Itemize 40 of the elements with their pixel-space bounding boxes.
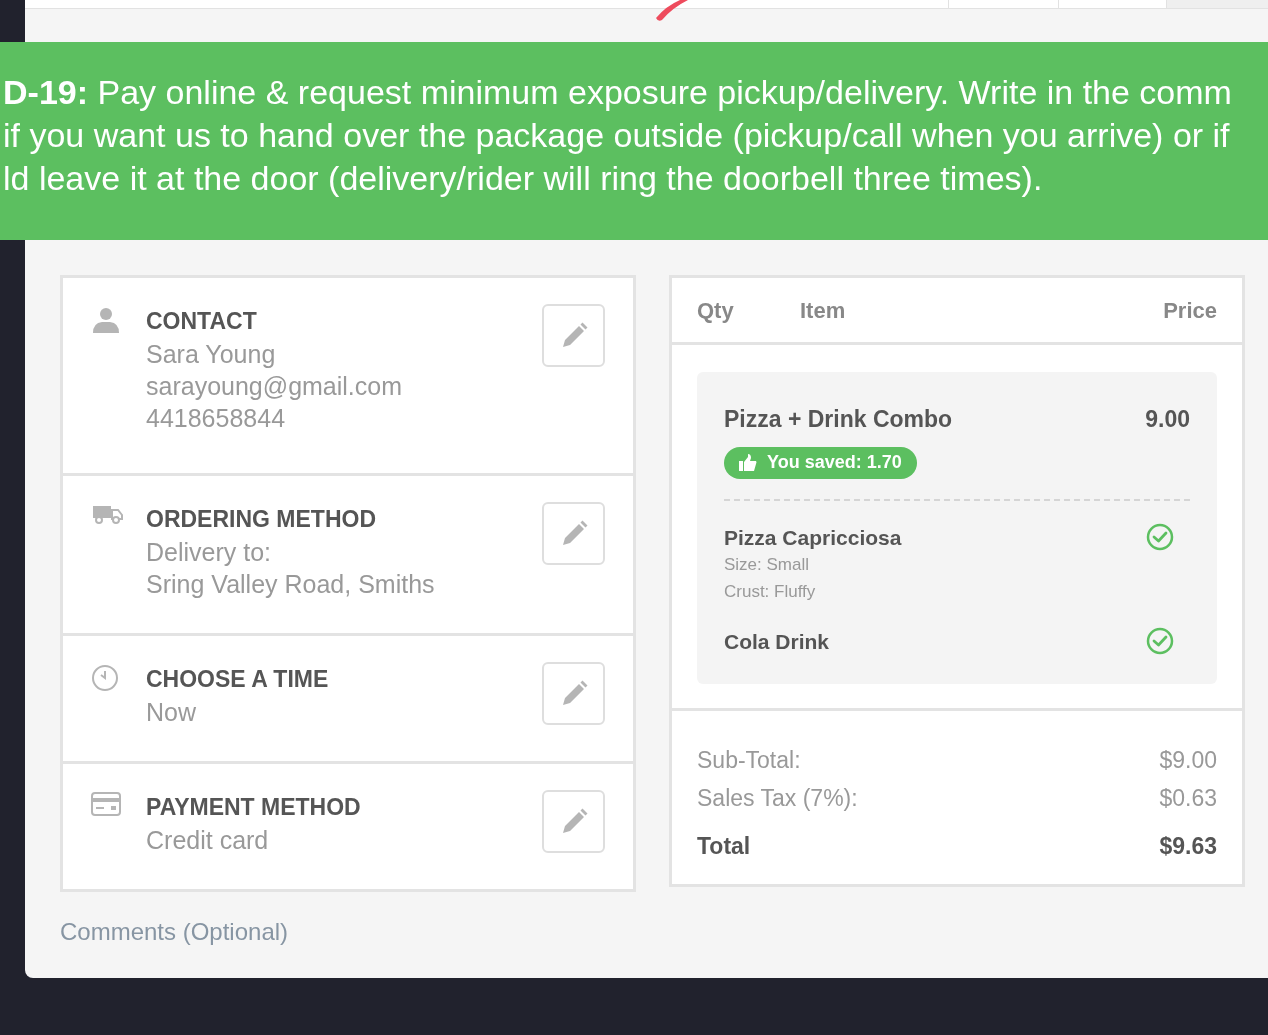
total-value: $9.63 [1159,832,1217,861]
section-title: CONTACT [146,307,258,336]
section-title: CHOOSE A TIME [146,665,330,694]
column-header: Item [800,296,847,325]
credit-card-icon [91,792,121,816]
component-detail: Crust: Fluffy [724,580,817,603]
section-detail: 4418658844 [146,403,287,434]
thumbs-up-icon [739,453,757,472]
total-label: Sales Tax (7%): [697,784,858,813]
section-detail: Sring Valley Road, Smiths [146,569,436,600]
column-header: Qty [697,296,735,325]
component-name: Cola Drink [724,628,830,655]
total-value: $0.63 [1159,784,1217,813]
edit-button[interactable] [542,662,605,725]
person-icon [91,306,121,334]
component-detail: Size: Small [724,553,811,576]
notice-text: ld leave it at the door (delivery/rider will ring the doorbell three times). [2,157,1043,199]
edit-button[interactable] [542,502,605,565]
edit-button[interactable] [542,790,605,853]
section-detail: Sara Young [146,339,277,370]
section-detail: Delivery to: [146,537,273,568]
savings-text: You saved: 1.70 [767,451,902,474]
comments-label: Comments (Optional) [60,917,289,947]
edit-button[interactable] [542,304,605,367]
notice-text: D-19: Pay online & request minimum exposure pickup/delivery. Write in the comm [2,71,1232,113]
section-detail: Now [146,697,197,728]
section-title: PAYMENT METHOD [146,793,362,822]
truck-icon [91,504,123,524]
total-label: Sub-Total: [697,746,801,775]
section-title: ORDERING METHOD [146,505,377,534]
section-detail: sarayoung@gmail.com [146,371,404,402]
component-name: Pizza Capricciosa [724,524,902,551]
combo-price: 9.00 [1145,405,1190,434]
column-header: Price [1163,296,1217,325]
section-detail: Credit card [146,825,270,856]
notice-text: if you want us to hand over the package outside (pickup/call when you arrive) or if [2,114,1230,156]
total-value: $9.00 [1159,746,1217,775]
clock-icon [91,664,119,692]
combo-name: Pizza + Drink Combo [724,405,953,434]
total-label: Total [697,832,751,861]
